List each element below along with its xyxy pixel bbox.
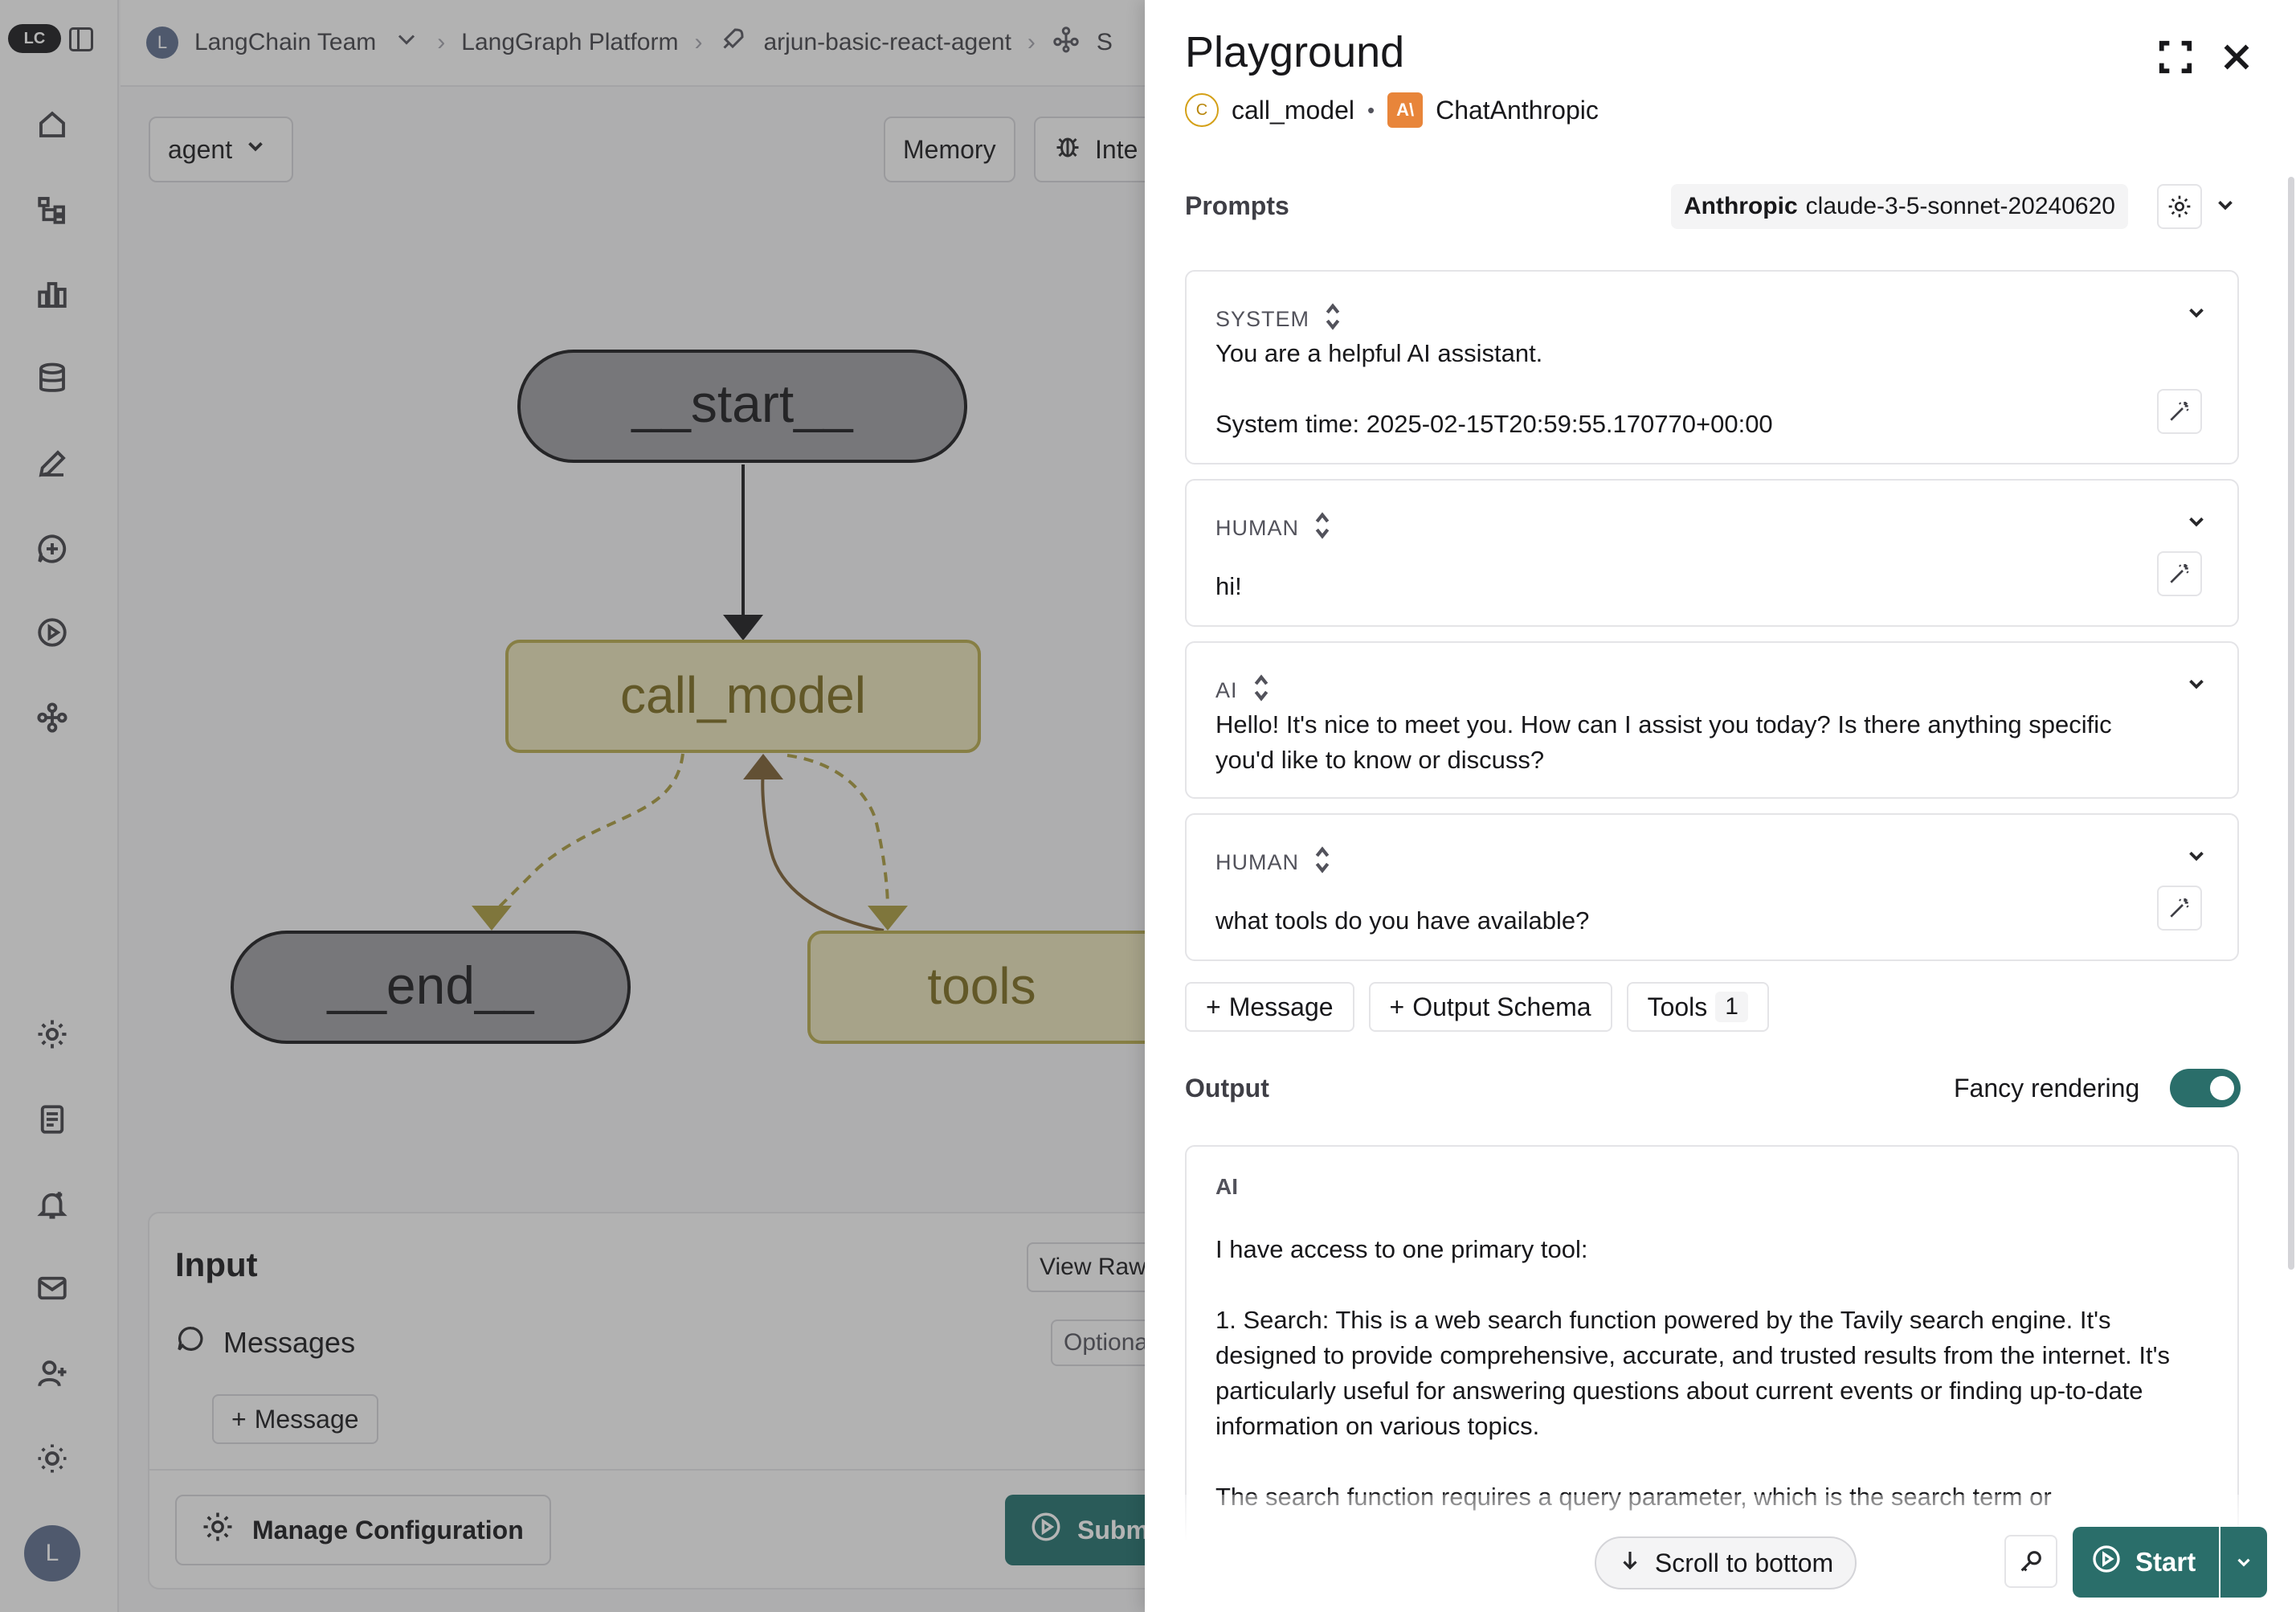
output-role: AI	[1215, 1174, 1238, 1199]
anthropic-logo: A\	[1387, 92, 1424, 128]
chevron-down-icon	[2237, 1558, 2250, 1567]
play-circle-icon	[2090, 1543, 2122, 1581]
model-name: claude-3-5-sonnet-20240620	[1805, 193, 2115, 219]
chevron-down-icon[interactable]	[2184, 509, 2208, 538]
message-role[interactable]: HUMAN	[1215, 844, 1331, 882]
plus-icon: +	[1389, 992, 1405, 1021]
output-label: Output	[1185, 1074, 1269, 1103]
fancy-rendering-label: Fancy rendering	[1954, 1074, 2140, 1103]
output-schema-label: Output Schema	[1412, 992, 1591, 1021]
magic-wand-button[interactable]	[2157, 551, 2202, 596]
start-label: Start	[2135, 1547, 2196, 1577]
gear-icon	[2168, 195, 2191, 218]
magic-wand-icon	[2170, 402, 2189, 421]
model-settings-button[interactable]	[2157, 184, 2202, 229]
message-card-ai: AI Hello! It's nice to meet you. How can…	[1185, 641, 2239, 799]
start-button[interactable]: Start	[2073, 1527, 2219, 1598]
message-card-human: HUMAN what tools do you have available?	[1185, 813, 2239, 961]
chevron-updown-icon	[1313, 844, 1331, 882]
scrollbar[interactable]	[2288, 177, 2294, 1270]
message-role[interactable]: AI	[1215, 672, 1270, 710]
message-role[interactable]: SYSTEM	[1215, 301, 1342, 338]
arrow-down-icon	[1618, 1548, 1642, 1578]
message-text[interactable]: You are a helpful AI assistant. System t…	[1215, 336, 2180, 442]
model-provider: Anthropic	[1684, 193, 1798, 219]
message-card-human: HUMAN hi!	[1185, 479, 2239, 627]
magic-wand-icon	[2170, 564, 2189, 583]
prompt-actions: + Message + Output Schema Tools 1	[1185, 982, 1769, 1032]
role-label: SYSTEM	[1215, 307, 1310, 331]
model-selector[interactable]: Anthropic claude-3-5-sonnet-20240620	[1671, 184, 2128, 229]
chevron-down-icon[interactable]	[2213, 193, 2237, 221]
key-icon	[2020, 1551, 2041, 1572]
playground-title: Playground	[1185, 28, 1405, 76]
message-text[interactable]: Hello! It's nice to meet you. How can I …	[1215, 707, 2180, 778]
role-label: AI	[1215, 678, 1238, 702]
close-icon[interactable]	[2218, 39, 2255, 76]
chevron-down-icon[interactable]	[2184, 672, 2208, 700]
chevron-updown-icon	[1252, 672, 1270, 710]
message-text[interactable]: what tools do you have available?	[1215, 903, 2180, 939]
magic-wand-icon	[2170, 898, 2189, 918]
bullet-separator: •	[1367, 97, 1375, 122]
scroll-to-bottom-label: Scroll to bottom	[1654, 1548, 1834, 1577]
message-text[interactable]: hi!	[1215, 569, 2180, 604]
plus-icon: +	[1206, 992, 1221, 1021]
prompts-label: Prompts	[1185, 191, 1289, 220]
expand-icon[interactable]	[2157, 39, 2194, 76]
output-text: I have access to one primary tool: 1. Se…	[1215, 1235, 2170, 1511]
modal-backdrop[interactable]	[0, 0, 1145, 1612]
node-name: call_model	[1232, 95, 1354, 125]
provider-name: ChatAnthropic	[1436, 95, 1599, 125]
message-role[interactable]: HUMAN	[1215, 509, 1331, 547]
chevron-down-icon[interactable]	[2184, 844, 2208, 872]
chevron-updown-icon	[1313, 509, 1331, 547]
playground-drawer: Playground C call_model • A\ ChatAnthrop…	[1145, 0, 2296, 1612]
start-dropdown-button[interactable]	[2220, 1527, 2267, 1598]
node-info: C call_model • A\ ChatAnthropic	[1185, 92, 1599, 128]
tools-count-badge: 1	[1715, 992, 1748, 1022]
add-message-label: Message	[1228, 992, 1334, 1021]
scroll-to-bottom-button[interactable]: Scroll to bottom	[1595, 1536, 1857, 1589]
fancy-rendering-toggle[interactable]	[2170, 1069, 2241, 1107]
magic-wand-button[interactable]	[2157, 389, 2202, 434]
tools-label: Tools	[1647, 992, 1708, 1021]
role-label: HUMAN	[1215, 516, 1299, 540]
chevron-down-icon[interactable]	[2184, 301, 2208, 329]
node-badge: C	[1185, 93, 1219, 127]
magic-wand-button[interactable]	[2157, 886, 2202, 931]
output-schema-button[interactable]: + Output Schema	[1368, 982, 1612, 1032]
role-label: HUMAN	[1215, 850, 1299, 874]
add-message-button[interactable]: + Message	[1185, 982, 1354, 1032]
chevron-updown-icon	[1324, 301, 1342, 338]
tools-button[interactable]: Tools 1	[1626, 982, 1769, 1032]
api-key-button[interactable]	[2004, 1535, 2057, 1588]
message-card-system: SYSTEM You are a helpful AI assistant. S…	[1185, 270, 2239, 464]
